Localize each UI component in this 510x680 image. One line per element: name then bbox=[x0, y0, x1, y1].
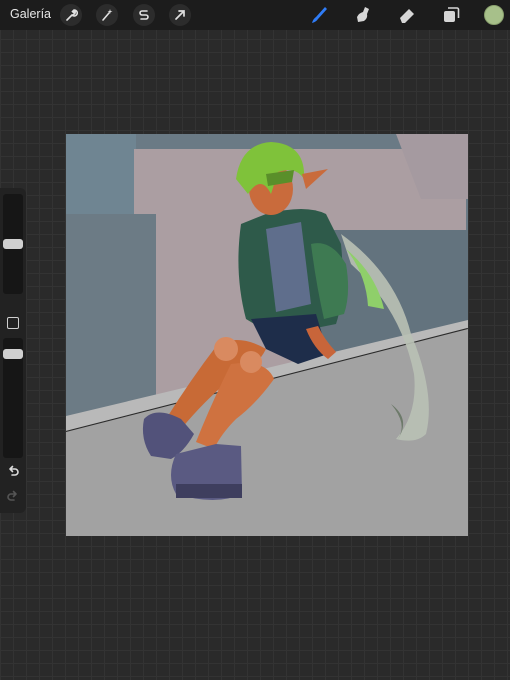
magic-wand-icon[interactable] bbox=[96, 4, 118, 26]
wrench-icon[interactable] bbox=[60, 4, 82, 26]
selection-s-icon[interactable] bbox=[133, 4, 155, 26]
artwork bbox=[66, 134, 468, 536]
opacity-handle[interactable] bbox=[3, 349, 23, 359]
brush-size-handle[interactable] bbox=[3, 239, 23, 249]
drawing-canvas[interactable] bbox=[66, 134, 468, 536]
left-sidebar bbox=[0, 188, 26, 513]
redo-icon[interactable] bbox=[5, 488, 21, 504]
modify-button[interactable] bbox=[7, 317, 19, 329]
gallery-button[interactable]: Galería bbox=[10, 7, 51, 21]
top-toolbar: Galería bbox=[0, 0, 510, 30]
color-picker-swatch[interactable] bbox=[484, 5, 504, 25]
layers-icon[interactable] bbox=[439, 3, 463, 27]
smudge-icon[interactable] bbox=[351, 3, 375, 27]
opacity-slider[interactable] bbox=[3, 338, 23, 458]
undo-icon[interactable] bbox=[5, 463, 21, 479]
transform-arrow-icon[interactable] bbox=[169, 4, 191, 26]
eraser-icon[interactable] bbox=[395, 3, 419, 27]
brush-size-slider[interactable] bbox=[3, 194, 23, 294]
brush-icon[interactable] bbox=[307, 3, 331, 27]
